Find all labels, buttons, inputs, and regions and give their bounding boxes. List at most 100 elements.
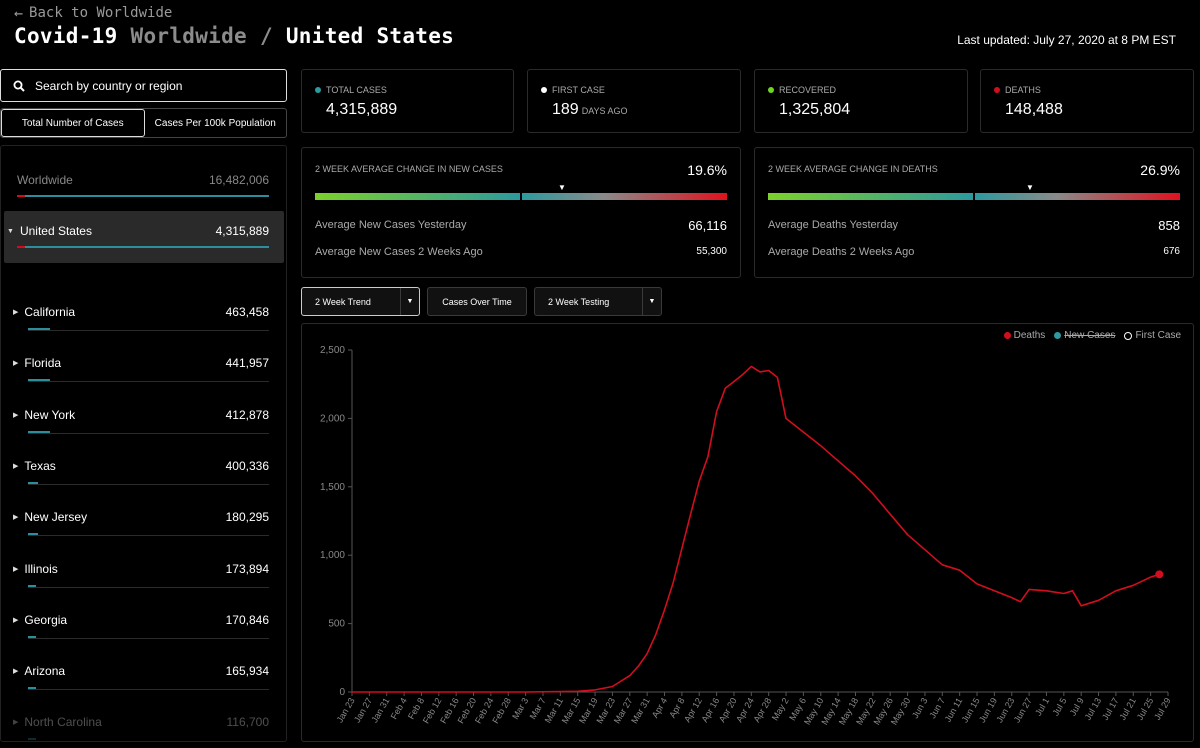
caret-right-icon: ▶	[13, 514, 19, 522]
legend-deaths[interactable]: Deaths	[1003, 330, 1046, 341]
cases-gauge-marker-icon: ▼	[558, 183, 566, 192]
worldwide-deaths-tick	[17, 195, 25, 197]
toggle-per-100k[interactable]: Cases Per 100k Population	[145, 109, 287, 137]
y-tick-label: 500	[328, 619, 345, 630]
chevron-down-icon[interactable]: ▼	[400, 288, 419, 315]
arrow-left-icon: ←	[14, 4, 24, 22]
divider	[28, 483, 269, 485]
back-link[interactable]: ← Back to Worldwide	[14, 4, 172, 22]
caret-right-icon: ▶	[13, 411, 19, 419]
title-country: United States	[285, 24, 455, 48]
caret-right-icon: ▶	[13, 565, 19, 573]
state-value: 165,934	[225, 664, 269, 679]
deaths-gauge-marker-icon: ▼	[1026, 183, 1034, 192]
ring-icon	[1124, 331, 1133, 340]
chart-legend: Deaths New Cases First Case	[1003, 330, 1181, 341]
first-case-card: FIRST CASE 189 DAYS AGO	[527, 69, 741, 133]
legend-first-case[interactable]: First Case	[1124, 330, 1181, 341]
chart-canvas: 05001,0001,5002,0002,500Jan 23Jan 27Jan …	[320, 345, 1173, 727]
state-value: 441,957	[225, 356, 269, 371]
title-worldwide[interactable]: Worldwide	[131, 24, 248, 48]
state-name: Arizona	[24, 664, 66, 679]
state-name: California	[24, 305, 76, 319]
trend-select[interactable]: 2 Week Trend ▼	[301, 287, 420, 316]
metric-toggle: Total Number of Cases Cases Per 100k Pop…	[0, 108, 287, 138]
selected-deaths-tick	[17, 246, 25, 248]
deaths-2w-label: Average Deaths 2 Weeks Ago	[768, 246, 915, 258]
state-name: New York	[24, 407, 76, 422]
green-dot-icon	[768, 87, 774, 93]
trend-select-label: 2 Week Trend	[315, 296, 371, 307]
list-item[interactable]: ▶ North Carolina 116,700	[13, 715, 269, 729]
legend-deaths-label: Deaths	[1013, 330, 1046, 341]
list-item[interactable]: ▶ New York 412,878	[13, 408, 269, 422]
x-tick-label: Jul 5	[1050, 696, 1068, 717]
recovered-value: 1,325,804	[779, 101, 851, 118]
worldwide-bar	[17, 195, 269, 197]
list-item[interactable]: ▶ Florida 441,957	[13, 356, 269, 370]
state-value: 412,878	[225, 407, 269, 422]
teal-dot-icon	[1054, 332, 1062, 339]
search-input[interactable]: Search by country or region	[0, 69, 287, 102]
total-cases-card: TOTAL CASES 4,315,889	[301, 69, 514, 133]
search-icon	[13, 80, 25, 92]
list-item[interactable]: ▶ California 463,458	[13, 305, 269, 319]
region-list: Worldwide 16,482,006 ▼ United States 4,3…	[0, 145, 287, 742]
first-case-unit: DAYS AGO	[581, 106, 628, 116]
cases-over-time-button[interactable]: Cases Over Time	[427, 287, 527, 316]
list-item[interactable]: ▶ New Jersey 180,295	[13, 510, 269, 524]
state-value: 173,894	[225, 561, 269, 576]
list-item[interactable]: ▶ Arizona 165,934	[13, 664, 269, 678]
legend-first-case-label: First Case	[1135, 330, 1181, 341]
caret-right-icon: ▶	[13, 616, 19, 624]
selected-bar	[17, 246, 269, 248]
red-dot-icon	[994, 87, 1000, 93]
x-tick-label: Jun 3	[910, 696, 930, 720]
state-name: New Jersey	[24, 510, 88, 525]
first-case-label: FIRST CASE	[552, 85, 605, 95]
selected-value: 4,315,889	[215, 224, 269, 238]
red-dot-icon	[1003, 332, 1011, 339]
y-tick-label: 0	[339, 687, 345, 698]
deaths-trend-pct: 26.9%	[1140, 162, 1180, 178]
list-item[interactable]: ▶ Texas 400,336	[13, 459, 269, 473]
toggle-total-cases[interactable]: Total Number of Cases	[1, 109, 145, 137]
recovered-card: RECOVERED 1,325,804	[754, 69, 968, 133]
total-cases-value: 4,315,889	[326, 101, 398, 118]
cases-trend-pct: 19.6%	[687, 162, 727, 178]
y-tick-label: 2,000	[320, 413, 345, 424]
divider	[28, 381, 269, 383]
teal-dot-icon	[315, 87, 321, 93]
cases-trend-heading: 2 WEEK AVERAGE CHANGE IN NEW CASES	[315, 164, 503, 174]
state-name: Texas	[24, 458, 56, 473]
testing-select[interactable]: 2 Week Testing ▼	[534, 287, 662, 316]
legend-new-cases[interactable]: New Cases	[1054, 330, 1115, 341]
y-tick-label: 1,500	[320, 482, 345, 493]
x-tick-label: Feb 4	[389, 696, 409, 721]
divider	[28, 586, 269, 588]
x-tick-label: Mar 3	[510, 696, 530, 721]
deaths-trend-gauge	[768, 193, 1180, 200]
state-bar	[28, 738, 36, 741]
cases-yesterday-value: 66,116	[688, 218, 727, 233]
page-title: Covid-19 Worldwide / United States	[14, 24, 454, 48]
state-name: Georgia	[24, 612, 68, 627]
cases-yesterday-label: Average New Cases Yesterday	[315, 219, 467, 231]
back-label: Back to Worldwide	[29, 5, 173, 21]
y-tick-label: 2,500	[320, 345, 345, 356]
deaths-trend-card: 2 WEEK AVERAGE CHANGE IN DEATHS 26.9% ▼ …	[754, 147, 1194, 278]
list-item[interactable]: ▶ Georgia 170,846	[13, 613, 269, 627]
list-item[interactable]: ▶ Illinois 173,894	[13, 562, 269, 576]
state-name: North Carolina	[24, 715, 102, 730]
deaths-value: 148,488	[1005, 101, 1063, 118]
deaths-series-line	[352, 365, 1160, 693]
search-placeholder: Search by country or region	[35, 78, 183, 93]
deaths-last-point	[1155, 570, 1164, 579]
list-item-worldwide[interactable]: Worldwide 16,482,006	[17, 173, 269, 187]
caret-right-icon: ▶	[13, 719, 19, 727]
state-value: 180,295	[225, 510, 269, 525]
divider	[28, 432, 269, 434]
chevron-down-icon[interactable]: ▼	[642, 288, 661, 315]
legend-new-cases-label: New Cases	[1064, 330, 1116, 341]
selected-row[interactable]: ▼ United States 4,315,889	[7, 224, 269, 238]
